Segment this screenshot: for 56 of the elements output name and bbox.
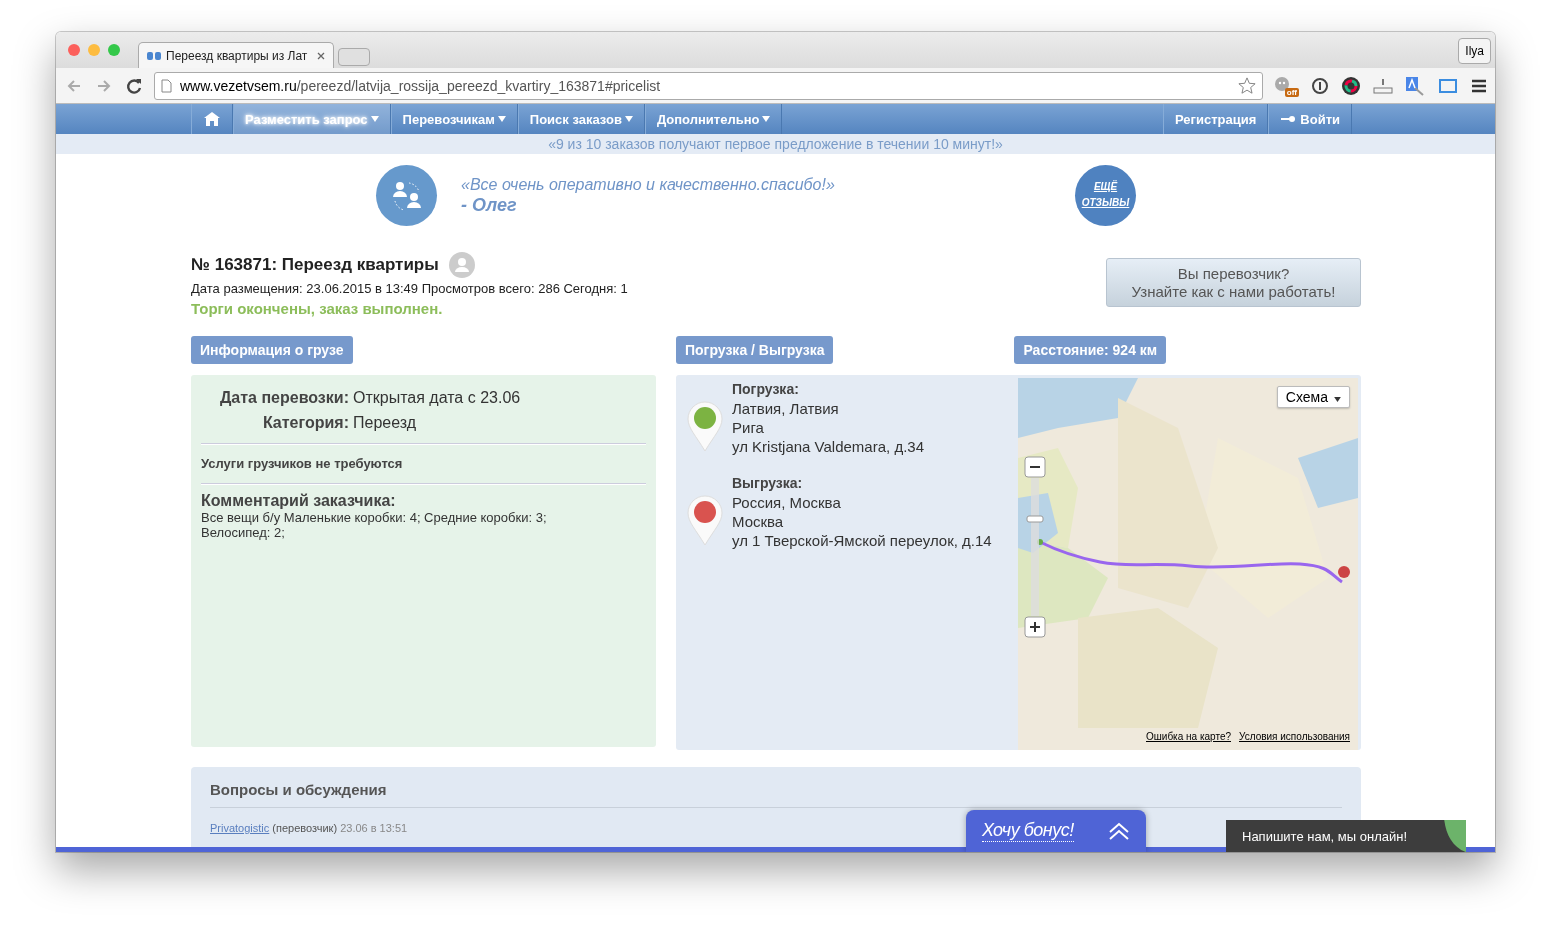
tray-icon[interactable] <box>1373 76 1393 95</box>
field-value: Открытая дата с 23.06 <box>353 388 522 408</box>
address-bar[interactable]: www.vezetvsem.ru/pereezd/latvija_rossija_pereezd_kvartiry_163871#pricelist <box>154 71 1263 100</box>
map-link[interactable]: Условия использования <box>1239 731 1350 742</box>
user-avatar-icon <box>448 252 475 278</box>
customer-comment: Все вещи б/у Маленькие коробки: 4; Средние коробки: 3; Велосипед: 2; <box>201 510 548 540</box>
more-reviews-link[interactable]: ЕЩЁ ОТЗЫВЫ <box>1075 164 1136 226</box>
info-icon[interactable] <box>1311 76 1329 95</box>
field-label: Дата перевозки: <box>218 388 349 408</box>
testimonial-quote: «Все очень оперативно и качественно.спасибо!» - Олег <box>461 175 836 215</box>
browser-tab[interactable]: Переезд квартиры из Лат <box>138 42 334 68</box>
translate-icon[interactable] <box>1405 75 1425 96</box>
author-link[interactable]: Privatogistic <box>210 822 270 834</box>
maximize-button[interactable] <box>108 44 120 56</box>
bonus-tab[interactable]: Хочу бонус! <box>966 810 1146 852</box>
discussion-title: Вопросы и обсуждения <box>210 781 1342 808</box>
menu-icon[interactable] <box>1471 78 1487 93</box>
caret-icon <box>497 116 506 122</box>
new-tab-button[interactable] <box>338 48 370 66</box>
home-icon <box>203 111 221 127</box>
distance-header: Расстояние: 924 км <box>1014 336 1167 364</box>
address-text: Выгрузка: Россия, Москва Москва ул 1 Тверской-Ямской переулок, д.14 <box>732 474 992 550</box>
map-pin-icon <box>686 494 724 546</box>
page-icon <box>161 78 172 93</box>
comment-title: Комментарий заказчика: <box>201 492 397 510</box>
address-text: Погрузка: Латвия, Латвия Рига ул Kristjana Valdemara, д.34 <box>732 380 924 456</box>
close-tab-icon[interactable] <box>317 51 325 60</box>
key-icon <box>1280 115 1297 123</box>
chevron-up-icon <box>1108 822 1130 840</box>
site-favicon <box>147 51 161 60</box>
order-title: № 163871: Переезд квартиры <box>191 255 439 275</box>
users-exchange-icon <box>376 164 437 226</box>
movers-note: Услуги грузчиков не требуются <box>201 455 404 473</box>
caret-icon <box>624 116 633 122</box>
map-zoom-control[interactable] <box>1024 456 1046 638</box>
order-meta: Дата размещения: 23.06.2015 в 13:49 Просмотров всего: 286 Сегодня: 1 <box>191 281 628 296</box>
field-value: Переезд <box>353 413 418 433</box>
caret-icon <box>762 116 771 122</box>
bookmark-star-icon[interactable] <box>1238 76 1256 95</box>
carrier-info-button[interactable]: Вы перевозчик? Узнайте как с нами работать! <box>1106 258 1361 307</box>
color-wheel-icon[interactable] <box>1341 75 1361 96</box>
order-status: Торги окончены, заказ выполнен. <box>191 300 444 317</box>
caret-icon <box>370 116 379 122</box>
promo-banner-text: «9 из 10 заказов получают первое предложение в течении 10 минут!» <box>548 136 1003 152</box>
close-window-button[interactable] <box>68 44 80 56</box>
map-link[interactable]: Ошибка на карте? <box>1146 731 1231 742</box>
profile-button[interactable]: Ilya <box>1458 38 1491 64</box>
caret-icon <box>1334 397 1341 402</box>
window-icon[interactable] <box>1437 76 1459 95</box>
nav-menu-item[interactable]: Разместить запрос <box>233 104 391 134</box>
map-layer-dropdown[interactable]: Схема <box>1276 386 1350 408</box>
chat-widget[interactable]: Напишите нам, мы онлайн! <box>1226 820 1466 852</box>
section-header: Информация о грузе <box>191 336 353 364</box>
field-label: Категория: <box>261 413 349 433</box>
map-pin-icon <box>686 400 724 452</box>
section-header: Погрузка / Выгрузка <box>676 336 834 364</box>
